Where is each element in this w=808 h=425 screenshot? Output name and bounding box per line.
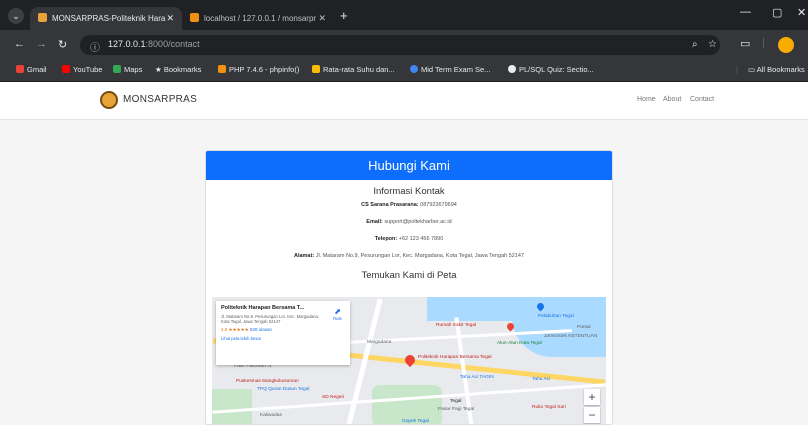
bookmark-phpinfo[interactable]: PHP 7.4.6 - phpinfo()	[218, 65, 299, 74]
all-bookmarks[interactable]: ▭ All Bookmarks	[748, 65, 805, 74]
tab-close-icon[interactable]: ✕	[166, 7, 174, 30]
php-icon	[218, 65, 226, 73]
extensions-icon[interactable]: ▭	[740, 37, 750, 50]
reviews-link[interactable]: 528 ulasan	[250, 327, 272, 332]
contact-card-header: Hubungi Kami	[206, 151, 612, 180]
toolbar-divider: |	[762, 37, 765, 49]
tab-title: localhost / 127.0.0.1 / monsarpr	[204, 14, 317, 23]
map-label-tahu: Tahu Aci TAGIN	[460, 375, 494, 380]
info-title: Informasi Kontak	[373, 186, 445, 197]
url-text[interactable]: 127.0.0.1:8000/contact	[108, 39, 200, 49]
profile-avatar[interactable]	[778, 37, 794, 53]
bookmarks-divider: |	[736, 65, 738, 74]
map-label-campus: Politeknik Harapan Bersama Tegal	[418, 355, 492, 360]
tab-monsarpras[interactable]: MONSARPRAS-Politeknik Hara ✕	[30, 7, 182, 30]
map-label-puskesmas: Puskesmas Mangkukusuman	[236, 379, 299, 384]
larger-map-link[interactable]: Lihat peta lebih besar	[221, 336, 345, 341]
tab-title: MONSARPRAS-Politeknik Hara	[52, 14, 166, 23]
maximize-icon[interactable]: ▢	[772, 6, 782, 19]
minimize-icon[interactable]: —	[740, 6, 751, 18]
directions-icon: ⬈	[334, 307, 341, 316]
maps-icon	[113, 65, 121, 73]
monsarpras-favicon-icon	[38, 13, 47, 22]
place-name: Politeknik Harapan Bersama T...	[221, 305, 305, 311]
directions-button[interactable]: ⬈ Rute	[333, 307, 342, 321]
map-label-diaci: Tahu Aci	[532, 377, 551, 382]
bookmark-bookmarks[interactable]: ★ Bookmarks	[155, 65, 201, 74]
new-tab-icon[interactable]: +	[340, 8, 348, 23]
map-place-card: Politeknik Harapan Bersama T... Jl. Mata…	[216, 301, 350, 365]
map-label-alun: Alun-Alun Kota Tegal	[497, 341, 542, 346]
phpmyadmin-favicon-icon	[190, 13, 199, 22]
nav-contact[interactable]: Contact	[690, 96, 714, 103]
map-field	[212, 389, 252, 424]
star-icon: ★	[155, 65, 164, 74]
contact-card: Hubungi Kami Informasi Kontak CS Sarana …	[205, 150, 613, 425]
tab-close-icon[interactable]: ✕	[318, 7, 326, 30]
forward-icon[interactable]: →	[36, 38, 47, 50]
map-label-kaliwadas: Kaliwadas	[260, 413, 282, 418]
sheet-icon	[312, 65, 320, 73]
bookmark-maps[interactable]: Maps	[113, 65, 142, 74]
map-label-rsud: Pasar Pagi Tegal	[438, 407, 475, 412]
bookmark-star-icon[interactable]: ☆	[708, 39, 717, 50]
map-label-gofood: Gopek Tegal	[402, 419, 429, 424]
tab-phpmyadmin[interactable]: localhost / 127.0.0.1 / monsarpr ✕	[182, 7, 334, 30]
page-body: Hubungi Kami Informasi Kontak CS Sarana …	[0, 120, 808, 425]
bookmarks-bar: Gmail YouTube Maps ★ Bookmarks PHP 7.4.6…	[0, 60, 808, 82]
exam-icon	[410, 65, 418, 73]
monsarpras-logo[interactable]	[100, 91, 118, 109]
map-label-hospital: Rumah Sakit Tegal	[436, 323, 477, 328]
tab-search-icon[interactable]: ⌄	[8, 8, 24, 24]
reload-icon[interactable]: ↻	[58, 38, 67, 51]
zoom-out-button[interactable]: −	[584, 407, 600, 423]
map-title: Temukan Kami di Peta	[361, 270, 457, 281]
close-window-icon[interactable]: ✕	[797, 6, 806, 19]
zoom-in-button[interactable]: +	[584, 389, 600, 405]
site-info-icon[interactable]: ⓘ	[90, 39, 100, 54]
place-rating: 4,5 ★★★★★ 528 ulasan	[221, 327, 272, 332]
nav-about[interactable]: About	[663, 96, 681, 103]
address-bar[interactable]: ⓘ 127.0.0.1:8000/contact ⌕ ☆	[80, 35, 720, 55]
map-label-ruko: Ruko Tegal Sari	[532, 405, 566, 410]
map-label-margadana: Margadana	[367, 340, 392, 345]
gmail-icon	[16, 65, 24, 73]
embedded-map[interactable]: Politeknik Harapan Bersama Tegal Rumah S…	[212, 297, 606, 424]
map-label-pantai: Pantai	[577, 325, 591, 330]
map-label-sd: SD Negeri	[322, 395, 345, 400]
site-brand[interactable]: MONSARPRAS	[123, 94, 197, 105]
email-line: Email: support@poltekharber.ac.id	[366, 219, 452, 225]
map-label-tpa: TPQ Quran Dusun Tegal	[257, 387, 310, 392]
map-label-jamsostek: Jamsostek KETENTUAN	[544, 334, 598, 339]
browser-toolbar: ← → ↻ ⓘ 127.0.0.1:8000/contact ⌕ ☆ ▭ |	[0, 30, 808, 60]
nav-home[interactable]: Home	[637, 96, 656, 103]
address-line: Alamat: Jl. Mataram No.9, Pesurungan Lor…	[293, 253, 525, 259]
folder-icon: ▭	[748, 65, 757, 74]
globe-icon	[508, 65, 516, 73]
back-icon[interactable]: ←	[14, 38, 25, 50]
youtube-icon	[62, 65, 70, 73]
cs-line: CS Sarana Prasarana: 087923679694	[361, 202, 457, 208]
campus-pin-icon[interactable]	[402, 352, 418, 368]
place-address: Jl. Mataram No.9, Pesurungan Lor, Kec. M…	[221, 314, 319, 324]
bookmark-youtube[interactable]: YouTube	[62, 65, 102, 74]
bookmark-suhu[interactable]: Rata-rata Suhu dan...	[312, 65, 395, 74]
map-label-tegal: Tegal	[450, 399, 462, 404]
bookmark-midterm[interactable]: Mid Term Exam Se...	[410, 65, 490, 74]
bookmark-gmail[interactable]: Gmail	[16, 65, 47, 74]
phone-line: Telepon: +62 123 456 7890	[374, 236, 444, 242]
zoom-icon[interactable]: ⌕	[692, 39, 698, 50]
site-navbar: MONSARPRAS Home About Contact	[0, 82, 808, 120]
map-label-terminal: Pelabuhan Tegal	[538, 314, 574, 319]
browser-titlebar: ⌄ MONSARPRAS-Politeknik Hara ✕ localhost…	[0, 0, 808, 30]
bookmark-plsql[interactable]: PL/SQL Quiz: Sectio...	[508, 65, 594, 74]
